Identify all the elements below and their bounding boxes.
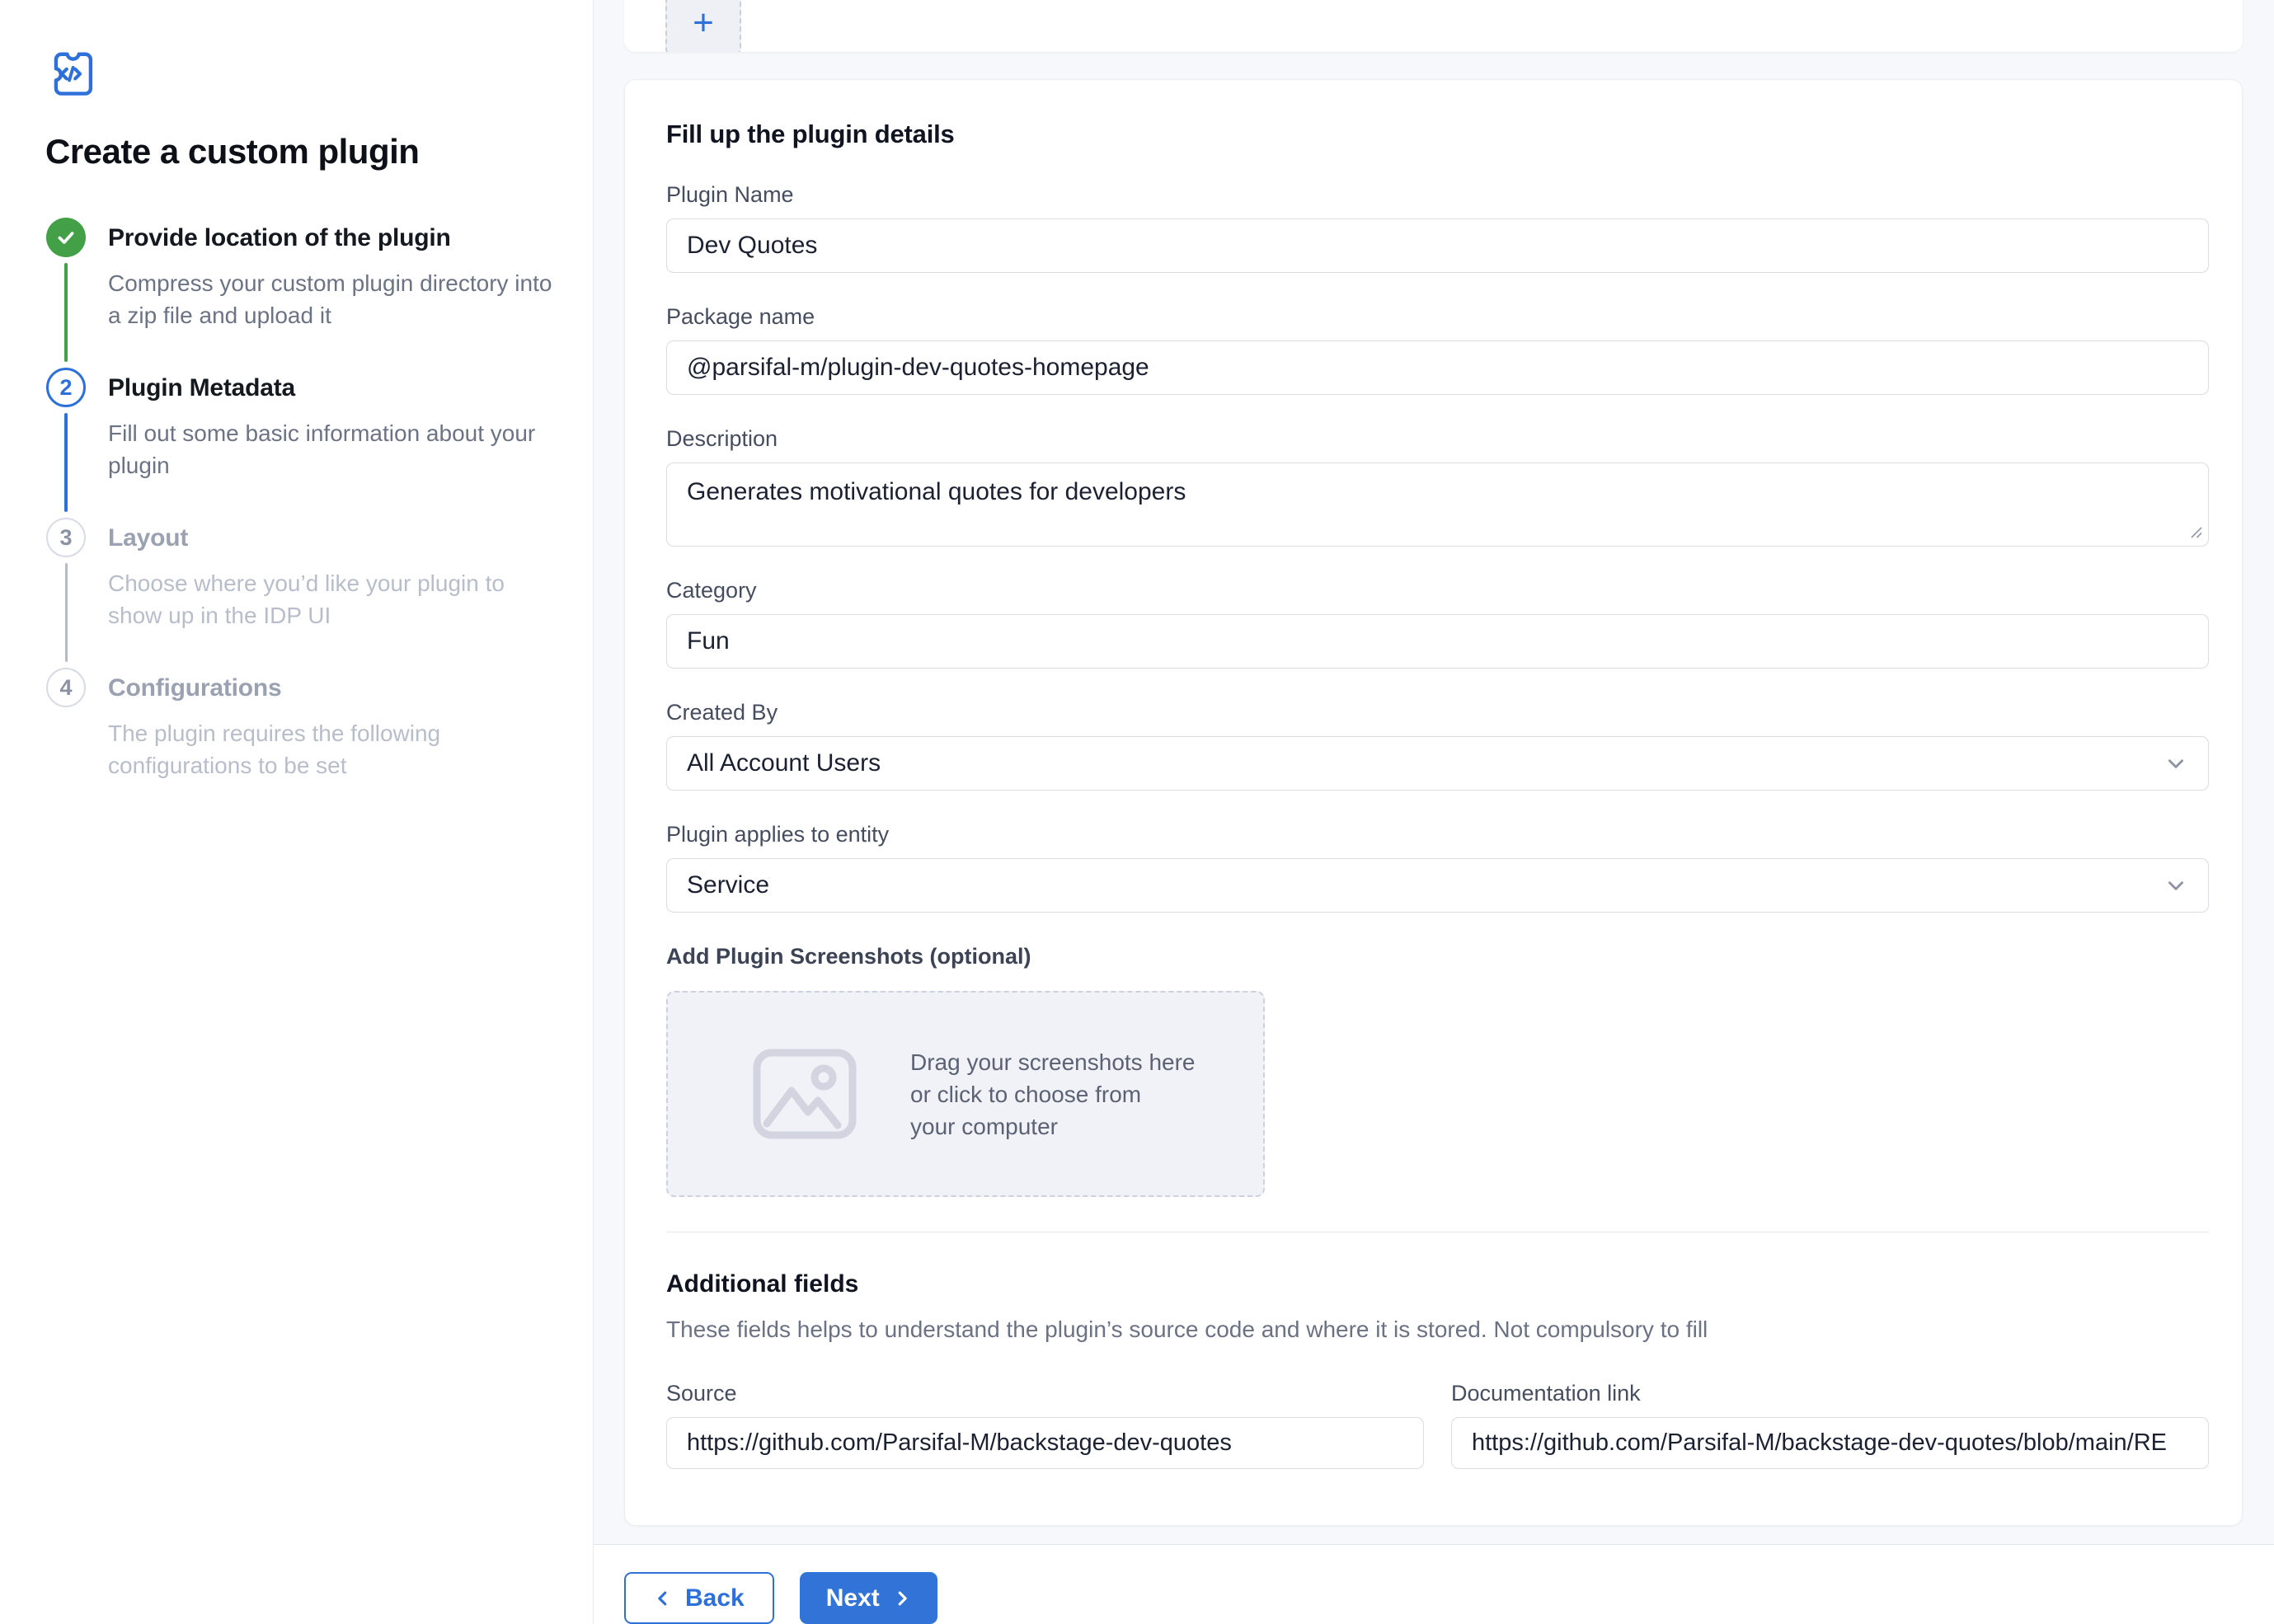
dropzone-line-3: your computer — [910, 1110, 1196, 1143]
plugin-code-icon — [45, 48, 96, 99]
field-documentation-link: Documentation link — [1451, 1381, 2209, 1469]
step-plugin-metadata[interactable]: 2 Plugin Metadata Fill out some basic in… — [45, 368, 557, 518]
created-by-value: All Account Users — [687, 749, 881, 777]
plugin-name-input[interactable] — [666, 218, 2209, 273]
back-button-label: Back — [685, 1584, 745, 1612]
additional-fields-row: Source Documentation link — [666, 1381, 2209, 1500]
next-button[interactable]: Next — [800, 1572, 937, 1624]
chevron-left-icon — [654, 1589, 672, 1608]
step-3-number-badge: 3 — [46, 518, 86, 557]
step-provide-location[interactable]: Provide location of the plugin Compress … — [45, 218, 557, 368]
dropzone-text: Drag your screenshots here or click to c… — [910, 1046, 1196, 1143]
step-connector — [64, 413, 68, 512]
step-configurations[interactable]: 4 Configurations The plugin requires the… — [45, 668, 557, 818]
step-2-description: Fill out some basic information about yo… — [108, 417, 557, 481]
chevron-down-icon — [2165, 753, 2187, 774]
source-label: Source — [666, 1381, 1424, 1406]
wizard-footer: Back Next — [594, 1544, 2274, 1624]
upload-strip-card: + — [624, 0, 2243, 52]
step-3-body: Layout Choose where you’d like your plug… — [108, 518, 557, 668]
created-by-select[interactable]: All Account Users — [666, 736, 2209, 791]
documentation-link-label: Documentation link — [1451, 1381, 2209, 1406]
entity-select[interactable]: Service — [666, 858, 2209, 913]
step-1-complete-badge — [46, 218, 86, 257]
plus-icon: + — [693, 5, 714, 41]
page-title: Create a custom plugin — [45, 132, 557, 171]
created-by-label: Created By — [666, 700, 2209, 725]
step-1-title: Provide location of the plugin — [108, 224, 557, 252]
step-4-body: Configurations The plugin requires the f… — [108, 668, 557, 818]
step-connector — [64, 263, 68, 362]
step-2-number-badge: 2 — [46, 368, 86, 407]
entity-value: Service — [687, 871, 769, 899]
field-description: Description Generates motivational quote… — [666, 426, 2209, 547]
description-textarea-wrap: Generates motivational quotes for develo… — [666, 462, 2209, 547]
entity-label: Plugin applies to entity — [666, 822, 2209, 847]
wizard-stepper: Provide location of the plugin Compress … — [45, 218, 557, 818]
step-4-number-badge: 4 — [46, 668, 86, 707]
documentation-link-input[interactable] — [1451, 1417, 2209, 1469]
wizard-sidebar: Create a custom plugin Provide location … — [0, 0, 594, 1624]
step-4-description: The plugin requires the following config… — [108, 717, 557, 781]
add-upload-button[interactable]: + — [665, 0, 741, 52]
step-2-title: Plugin Metadata — [108, 374, 557, 402]
step-4-title: Configurations — [108, 674, 557, 702]
step-4-rail: 4 — [45, 668, 87, 818]
description-textarea[interactable]: Generates motivational quotes for develo… — [666, 462, 2209, 547]
create-plugin-page: Create a custom plugin Provide location … — [0, 0, 2274, 1624]
step-1-rail — [45, 218, 87, 368]
chevron-down-icon — [2165, 875, 2187, 896]
additional-fields-heading: Additional fields — [666, 1270, 2209, 1298]
step-connector — [65, 563, 68, 662]
screenshots-dropzone[interactable]: Drag your screenshots here or click to c… — [666, 991, 1265, 1197]
package-name-label: Package name — [666, 304, 2209, 330]
card-heading: Fill up the plugin details — [666, 120, 2209, 149]
step-3-title: Layout — [108, 524, 557, 552]
step-3-rail: 3 — [45, 518, 87, 668]
source-input[interactable] — [666, 1417, 1424, 1469]
step-layout[interactable]: 3 Layout Choose where you’d like your pl… — [45, 518, 557, 668]
image-placeholder-icon — [752, 1048, 857, 1140]
dropzone-line-2: or click to choose from — [910, 1078, 1196, 1110]
field-plugin-name: Plugin Name — [666, 182, 2209, 273]
description-label: Description — [666, 426, 2209, 452]
category-label: Category — [666, 578, 2209, 603]
package-name-input[interactable] — [666, 340, 2209, 395]
check-icon — [55, 227, 77, 248]
category-input[interactable] — [666, 614, 2209, 669]
screenshots-label: Add Plugin Screenshots (optional) — [666, 944, 2209, 969]
additional-fields-subtext: These fields helps to understand the plu… — [666, 1317, 2209, 1343]
chevron-right-icon — [893, 1589, 911, 1608]
field-category: Category — [666, 578, 2209, 669]
step-1-description: Compress your custom plugin directory in… — [108, 267, 557, 331]
step-1-body: Provide location of the plugin Compress … — [108, 218, 557, 368]
field-source: Source — [666, 1381, 1424, 1469]
step-2-body: Plugin Metadata Fill out some basic info… — [108, 368, 557, 518]
plugin-name-label: Plugin Name — [666, 182, 2209, 208]
main-content: + Fill up the plugin details Plugin Name… — [594, 0, 2274, 1624]
field-package-name: Package name — [666, 304, 2209, 395]
step-3-description: Choose where you’d like your plugin to s… — [108, 567, 557, 631]
back-button[interactable]: Back — [624, 1572, 774, 1624]
step-2-rail: 2 — [45, 368, 87, 518]
field-created-by: Created By All Account Users — [666, 700, 2209, 791]
field-entity: Plugin applies to entity Service — [666, 822, 2209, 913]
dropzone-line-1: Drag your screenshots here — [910, 1046, 1196, 1078]
next-button-label: Next — [826, 1584, 880, 1612]
plugin-details-card: Fill up the plugin details Plugin Name P… — [624, 79, 2243, 1526]
